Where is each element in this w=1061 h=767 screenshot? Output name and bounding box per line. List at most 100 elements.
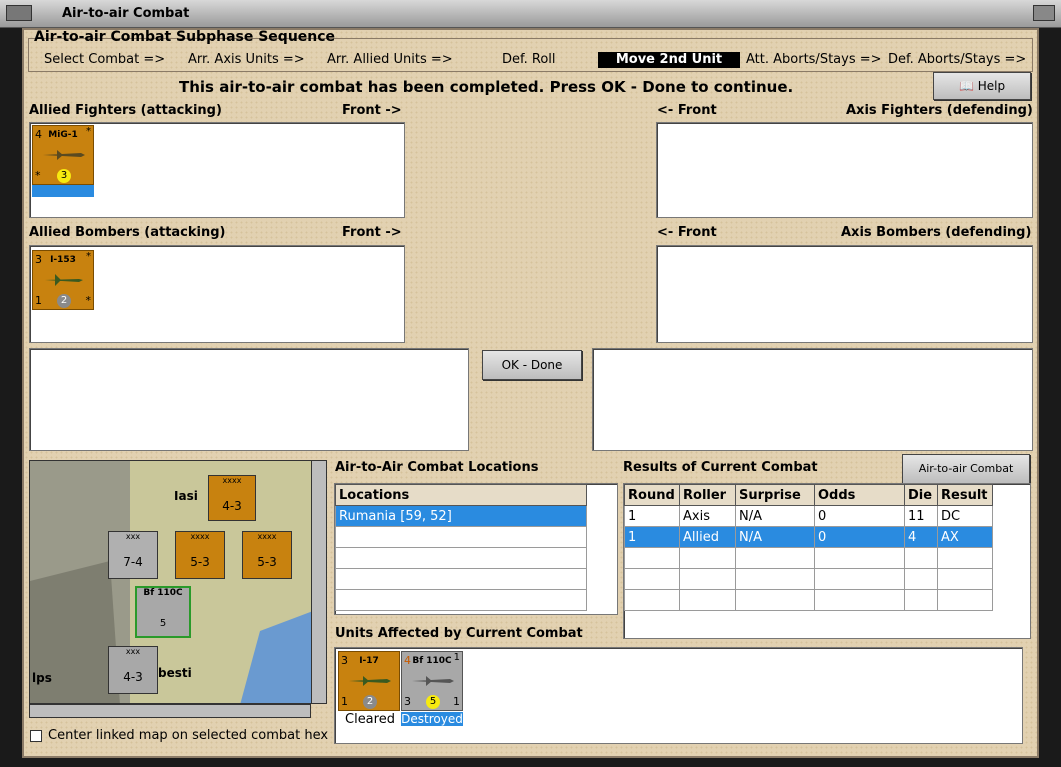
center-map-checkbox[interactable] [30, 730, 42, 742]
bf110c-counter[interactable]: 4 Bf 110C 1 3 5 1 [401, 651, 463, 711]
axis-fighters-box[interactable] [656, 122, 1033, 218]
map-counter-type: xxxx [257, 532, 277, 541]
seq-step-select: Select Combat => [44, 52, 166, 67]
col-roller: Roller [679, 484, 736, 506]
counter-circle: 5 [426, 695, 440, 709]
results-title: Results of Current Combat [623, 460, 818, 475]
map-counter-type: xxxx [190, 532, 210, 541]
map-view[interactable]: Iasi lps besti xxx 7-4 xxxx 5-3 xxxx 5-3… [29, 460, 312, 704]
mig1-counter[interactable]: 4 MiG-1 * * 3 [32, 125, 94, 185]
counter-bottom-left: 1 [341, 695, 348, 708]
allied-fighters-label: Allied Fighters (attacking) [29, 103, 222, 118]
aircraft-icon [412, 676, 454, 686]
counter-star: * [86, 251, 91, 262]
counter-bottom-left: * [35, 169, 41, 182]
cell: DC [937, 505, 993, 527]
map-label-lps: lps [32, 671, 52, 685]
counter-circle: 3 [57, 169, 71, 183]
map-counter-bf110c[interactable]: Bf 110C 5 [135, 586, 191, 638]
dialog-body: Air-to-air Combat Subphase Sequence Sele… [22, 28, 1039, 758]
map-counter-4-3b[interactable]: xxx 4-3 [108, 646, 158, 694]
help-label: Help [977, 79, 1006, 93]
title-bar: Air-to-air Combat [0, 0, 1061, 28]
seq-step-axis: Arr. Axis Units => [188, 52, 305, 67]
i17-status: Cleared [345, 712, 395, 727]
location-row[interactable]: Rumania [59, 52] [335, 505, 587, 527]
col-surprise: Surprise [735, 484, 815, 506]
cell: N/A [735, 526, 815, 548]
map-counter-5-3a[interactable]: xxxx 5-3 [175, 531, 225, 579]
col-result: Result [937, 484, 993, 506]
counter-circle: 2 [57, 294, 71, 308]
locations-header: Locations [335, 484, 587, 506]
col-die: Die [904, 484, 938, 506]
locations-list[interactable]: Locations Rumania [59, 52] [334, 483, 618, 615]
locations-table: Locations Rumania [59, 52] [335, 484, 587, 611]
window-menu-icon[interactable] [6, 5, 32, 21]
cell: Allied [679, 526, 736, 548]
cell: Axis [679, 505, 736, 527]
close-icon[interactable] [1033, 5, 1055, 21]
counter-star: * [86, 126, 91, 137]
allied-bombers-box[interactable]: 3 I-153 * 1 2 * [29, 245, 405, 343]
counter-name: MiG-1 [48, 130, 78, 140]
locations-title: Air-to-Air Combat Locations [335, 460, 539, 475]
seq-step-allied: Arr. Allied Units => [327, 52, 453, 67]
map-hscroll[interactable] [29, 704, 311, 718]
map-counter-value: 4-3 [222, 499, 242, 513]
aircraft-icon [349, 676, 391, 686]
counter-circle: 2 [363, 695, 377, 709]
counter-name: I-153 [50, 255, 76, 265]
results-panel: Round Roller Surprise Odds Die Result 1A… [623, 483, 1031, 639]
map-label-besti: besti [158, 666, 192, 680]
bf110c-status: Destroyed [401, 712, 463, 726]
axis-fighters-front: <- Front [657, 103, 717, 118]
map-counter-type: xxx [125, 532, 141, 541]
col-round: Round [624, 484, 680, 506]
allied-fighters-front: Front -> [342, 103, 402, 118]
cell: 1 [624, 526, 680, 548]
combat-chart-button[interactable]: Air-to-air Combat Chart [902, 454, 1030, 503]
axis-bombers-box[interactable] [656, 245, 1033, 343]
table-row[interactable]: 1 Allied N/A 0 4 AX [624, 526, 993, 548]
cell: 0 [814, 526, 905, 548]
axis-bombers-label: Axis Bombers (defending) [841, 225, 1032, 240]
map-label-iasi: Iasi [174, 489, 198, 503]
cell: 1 [624, 505, 680, 527]
allied-message-box [29, 348, 469, 451]
results-table: Round Roller Surprise Odds Die Result 1A… [624, 484, 993, 611]
map-counter-4-3a[interactable]: xxxx 4-3 [208, 475, 256, 521]
cell: 11 [904, 505, 938, 527]
axis-bombers-front: <- Front [657, 225, 717, 240]
map-counter-value: 7-4 [123, 555, 143, 569]
aircraft-icon [43, 150, 85, 160]
map-counter-7-4[interactable]: xxx 7-4 [108, 531, 158, 579]
aircraft-icon [45, 274, 83, 286]
map-counter-value: 5-3 [190, 555, 210, 569]
counter-bottom-left: 1 [35, 294, 42, 307]
affected-title: Units Affected by Current Combat [335, 626, 583, 641]
counter-name: I-17 [359, 656, 379, 666]
selection-bar [32, 185, 94, 197]
seq-step-att-aborts: Att. Aborts/Stays => [746, 52, 882, 67]
counter-bottom-right: 1 [453, 695, 460, 708]
table-row[interactable]: 1 Axis N/A 0 11 DC [624, 505, 993, 527]
ok-done-button[interactable]: OK - Done [482, 350, 582, 380]
map-vscroll[interactable] [311, 460, 327, 704]
help-button[interactable]: 📖 Help [933, 72, 1031, 100]
i17-counter[interactable]: 3 I-17 1 2 [338, 651, 400, 711]
i153-counter[interactable]: 3 I-153 * 1 2 * [32, 250, 94, 310]
window-title: Air-to-air Combat [62, 6, 190, 21]
counter-bottom-left: 3 [404, 695, 411, 708]
map-counter-type: Bf 110C [143, 588, 183, 598]
cell: 4 [904, 526, 938, 548]
axis-fighters-label: Axis Fighters (defending) [846, 103, 1033, 118]
counter-bottom-right: * [85, 294, 92, 307]
map-counter-5-3b[interactable]: xxxx 5-3 [242, 531, 292, 579]
seq-step-active: Move 2nd Unit [598, 52, 740, 68]
col-odds: Odds [814, 484, 905, 506]
map-counter-value: 4-3 [123, 670, 143, 684]
allied-fighters-box[interactable]: 4 MiG-1 * * 3 [29, 122, 405, 218]
allied-bombers-label: Allied Bombers (attacking) [29, 225, 226, 240]
counter-star: 1 [453, 652, 460, 663]
